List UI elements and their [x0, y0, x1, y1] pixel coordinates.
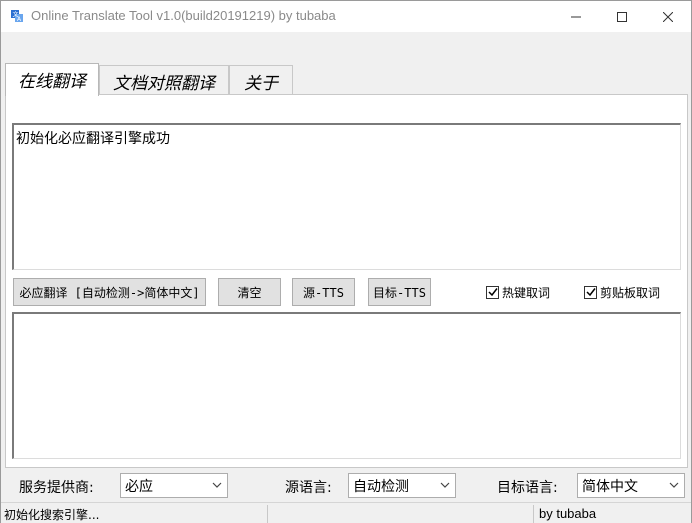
target-text-area[interactable] [12, 312, 681, 459]
source-language-select[interactable]: 自动检测 [348, 473, 456, 498]
translate-button[interactable]: 必应翻译 [自动检测->简体中文] [13, 278, 206, 306]
tab-about[interactable]: 关于 [229, 65, 293, 94]
clipboard-capture-checkbox[interactable]: 剪贴板取词 [584, 284, 660, 300]
status-bar: 初始化搜索引擎... by tubaba [1, 502, 691, 523]
provider-select[interactable]: 必应 [120, 473, 228, 498]
checkmark-icon [585, 288, 596, 297]
translate-app-icon: 文 A [10, 9, 24, 23]
close-icon [663, 11, 673, 22]
source-language-label: 源语言: [285, 480, 332, 496]
checkbox-box[interactable] [584, 285, 597, 299]
hotkey-capture-checkbox[interactable]: 热键取词 [486, 284, 550, 300]
app-window: 文 A Online Translate Tool v1.0(build2019… [0, 0, 692, 523]
source-text-area[interactable]: 初始化必应翻译引擎成功 [12, 123, 681, 270]
chevron-down-icon [669, 482, 679, 488]
target-text [14, 314, 680, 324]
maximize-icon [617, 11, 627, 22]
provider-value: 必应 [125, 479, 153, 495]
window-title: Online Translate Tool v1.0(build20191219… [31, 8, 336, 23]
checkbox-box[interactable] [486, 285, 499, 299]
title-bar[interactable]: 文 A Online Translate Tool v1.0(build2019… [1, 1, 691, 32]
status-message: 初始化搜索引擎... [4, 508, 100, 522]
provider-label: 服务提供商: [19, 480, 94, 496]
clear-button[interactable]: 清空 [218, 278, 281, 306]
maximize-button[interactable] [599, 1, 645, 32]
status-separator [267, 505, 268, 523]
status-separator [533, 505, 534, 523]
chevron-down-icon [212, 482, 222, 488]
minimize-button[interactable] [553, 1, 599, 32]
clipboard-capture-label: 剪贴板取词 [600, 285, 661, 300]
target-language-value: 简体中文 [582, 479, 638, 495]
tab-document-translate[interactable]: 文档对照翻译 [99, 65, 229, 94]
minimize-icon [571, 16, 581, 17]
source-language-value: 自动检测 [353, 479, 409, 495]
hotkey-capture-label: 热键取词 [502, 285, 551, 300]
tab-online-translate[interactable]: 在线翻译 [5, 63, 99, 96]
status-author: by tubaba [539, 506, 597, 521]
target-language-label: 目标语言: [497, 480, 558, 496]
target-language-select[interactable]: 简体中文 [577, 473, 685, 498]
checkmark-icon [487, 288, 498, 297]
close-button[interactable] [645, 1, 691, 32]
source-tts-button[interactable]: 源-TTS [292, 278, 355, 306]
source-text: 初始化必应翻译引擎成功 [16, 131, 170, 147]
target-tts-button[interactable]: 目标-TTS [368, 278, 431, 306]
chevron-down-icon [440, 482, 450, 488]
